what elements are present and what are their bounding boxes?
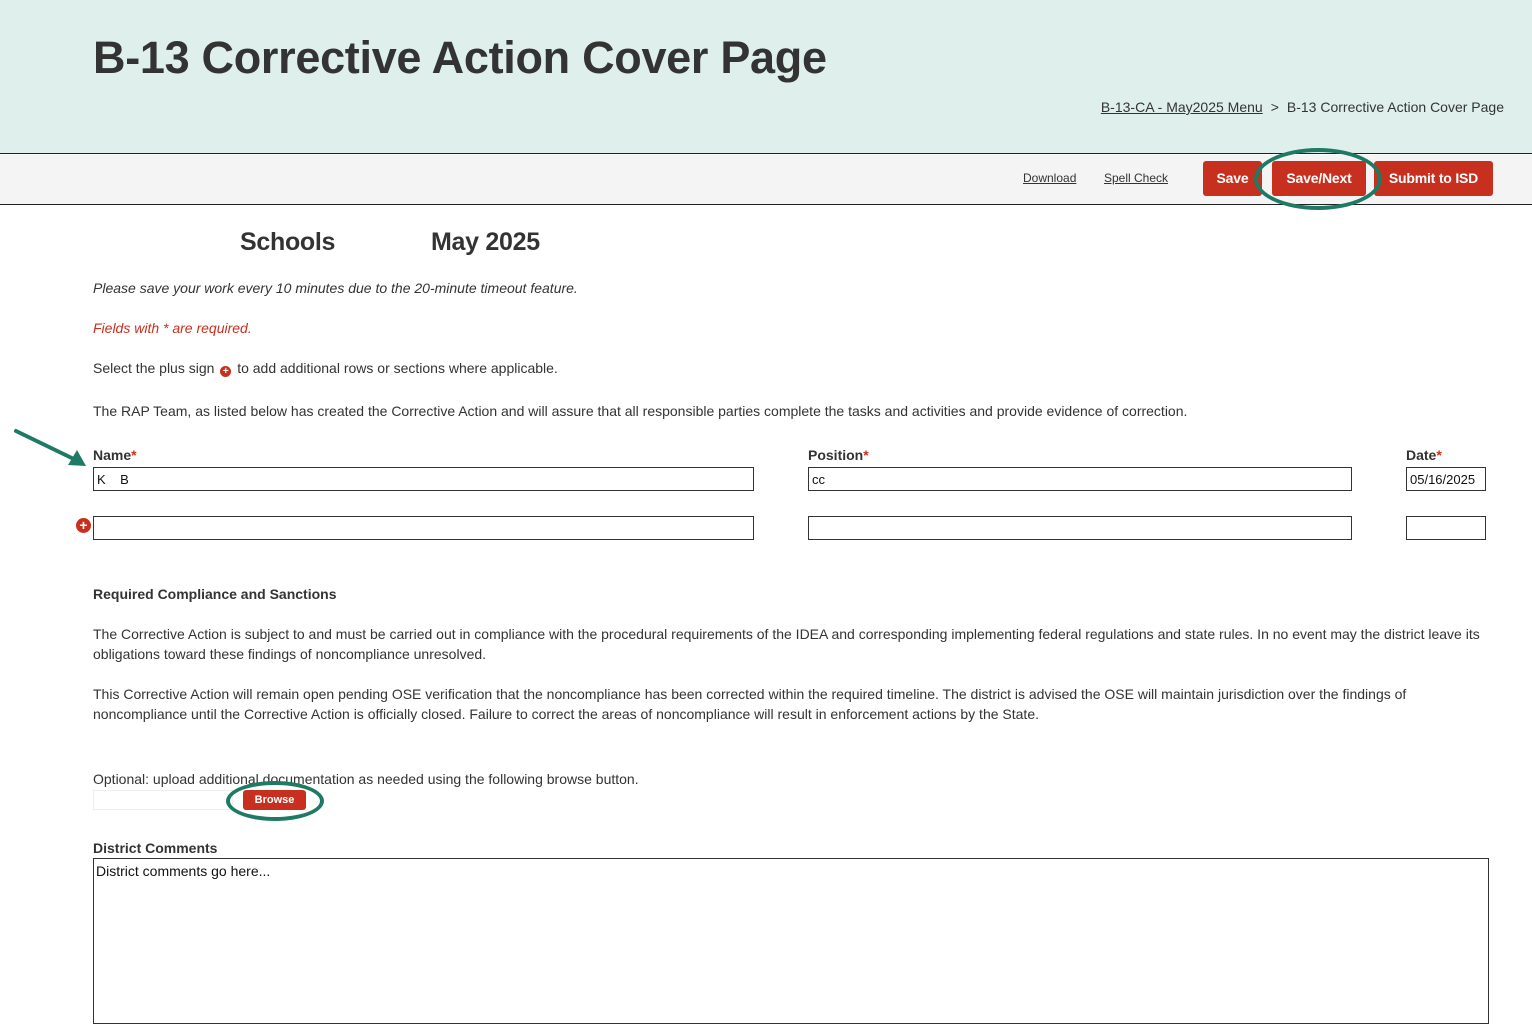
position-input[interactable]	[808, 467, 1352, 491]
spell-check-link[interactable]: Spell Check	[1104, 171, 1168, 185]
compliance-paragraph-1: The Corrective Action is subject to and …	[93, 626, 1480, 662]
name-input[interactable]	[93, 467, 754, 491]
date-input[interactable]	[1406, 516, 1486, 540]
save-next-button[interactable]: Save/Next	[1272, 161, 1366, 196]
plus-circle-icon: +	[220, 366, 232, 377]
browse-button[interactable]: Browse	[243, 790, 306, 810]
plus-sign-note: Select the plus sign + to add additional…	[93, 360, 558, 377]
district-comments-textarea[interactable]: District comments go here...	[93, 858, 1489, 1024]
breadcrumb-current: B-13 Corrective Action Cover Page	[1286, 99, 1504, 115]
date-label: Date*	[1406, 447, 1442, 463]
plus-note-text-before: Select the plus sign	[93, 360, 215, 376]
add-row-plus-icon[interactable]: +	[76, 518, 91, 533]
name-input[interactable]	[93, 516, 754, 540]
rap-team-note: The RAP Team, as listed below has create…	[93, 403, 1188, 419]
save-warning-note: Please save your work every 10 minutes d…	[93, 280, 578, 296]
submit-to-isd-button[interactable]: Submit to ISD	[1374, 161, 1493, 196]
page-header: B-13 Corrective Action Cover Page B-13-C…	[0, 0, 1532, 154]
download-link[interactable]: Download	[1023, 171, 1076, 185]
upload-instruction: Optional: upload additional documentatio…	[93, 771, 639, 787]
schools-heading: Schools	[240, 228, 336, 256]
arrow-annotation-icon	[14, 429, 86, 466]
compliance-heading: Required Compliance and Sanctions	[93, 586, 337, 602]
district-comments-label: District Comments	[93, 840, 218, 856]
page-title: B-13 Corrective Action Cover Page	[93, 32, 827, 83]
compliance-paragraph-2: This Corrective Action will remain open …	[93, 686, 1407, 722]
position-label: Position*	[808, 447, 869, 463]
breadcrumb-parent-link[interactable]: B-13-CA - May2025 Menu	[1101, 99, 1263, 115]
save-button[interactable]: Save	[1203, 161, 1262, 196]
position-input[interactable]	[808, 516, 1352, 540]
breadcrumb-separator: >	[1270, 99, 1279, 115]
upload-file-field[interactable]	[93, 790, 233, 810]
required-fields-note: Fields with * are required.	[93, 320, 252, 336]
action-toolbar: Download Spell Check Save Save/Next Subm…	[0, 155, 1532, 205]
breadcrumb: B-13-CA - May2025 Menu > B-13 Corrective A…	[1101, 99, 1504, 115]
date-input[interactable]	[1406, 467, 1486, 491]
plus-note-text-after: to add additional rows or sections where…	[237, 360, 558, 376]
period-heading: May 2025	[431, 228, 540, 256]
name-label: Name*	[93, 447, 137, 463]
